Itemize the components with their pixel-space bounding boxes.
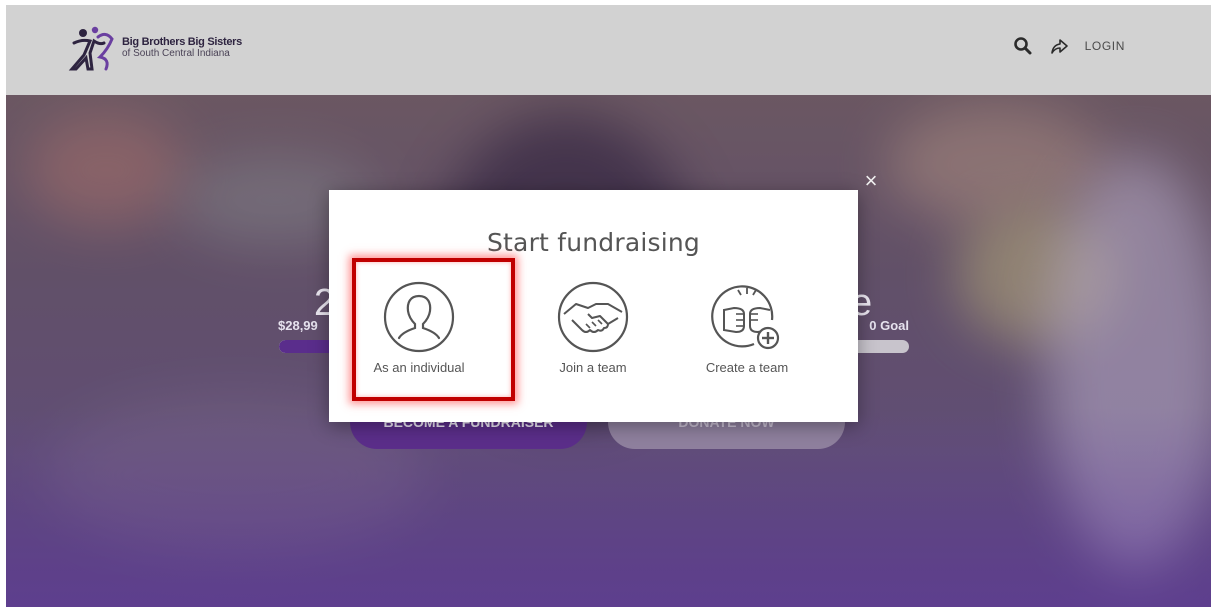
option-join-team[interactable]: Join a team xyxy=(533,280,653,375)
login-link[interactable]: LOGIN xyxy=(1085,39,1125,53)
page: Big Brothers Big Sisters of South Centra… xyxy=(6,5,1211,607)
hero-fade xyxy=(6,407,1211,607)
search-icon[interactable] xyxy=(1013,36,1033,56)
header-actions: LOGIN xyxy=(1013,36,1125,56)
modal-title: Start fundraising xyxy=(486,228,700,257)
amount-raised: $28,99 xyxy=(278,318,318,333)
handshake-icon xyxy=(557,281,629,353)
option-label: Create a team xyxy=(705,360,789,375)
option-as-individual[interactable]: As an individual xyxy=(359,280,479,375)
site-header: Big Brothers Big Sisters of South Centra… xyxy=(6,5,1211,95)
start-fundraising-modal: Start fundraising As an individual Join … xyxy=(329,190,858,422)
person-icon xyxy=(383,281,455,353)
option-label: As an individual xyxy=(373,360,465,375)
fist-bump-plus-icon xyxy=(711,285,780,350)
logo-text: Big Brothers Big Sisters of South Centra… xyxy=(122,36,242,60)
org-name-line1: Big Brothers Big Sisters xyxy=(122,36,242,48)
logo-figures-icon xyxy=(68,26,114,71)
close-icon[interactable]: × xyxy=(861,170,881,192)
share-icon[interactable] xyxy=(1049,36,1069,56)
option-create-team[interactable]: Create a team xyxy=(687,280,807,375)
org-logo[interactable]: Big Brothers Big Sisters of South Centra… xyxy=(64,25,242,71)
option-label: Join a team xyxy=(559,360,627,375)
org-name-line2: of South Central Indiana xyxy=(122,48,230,59)
